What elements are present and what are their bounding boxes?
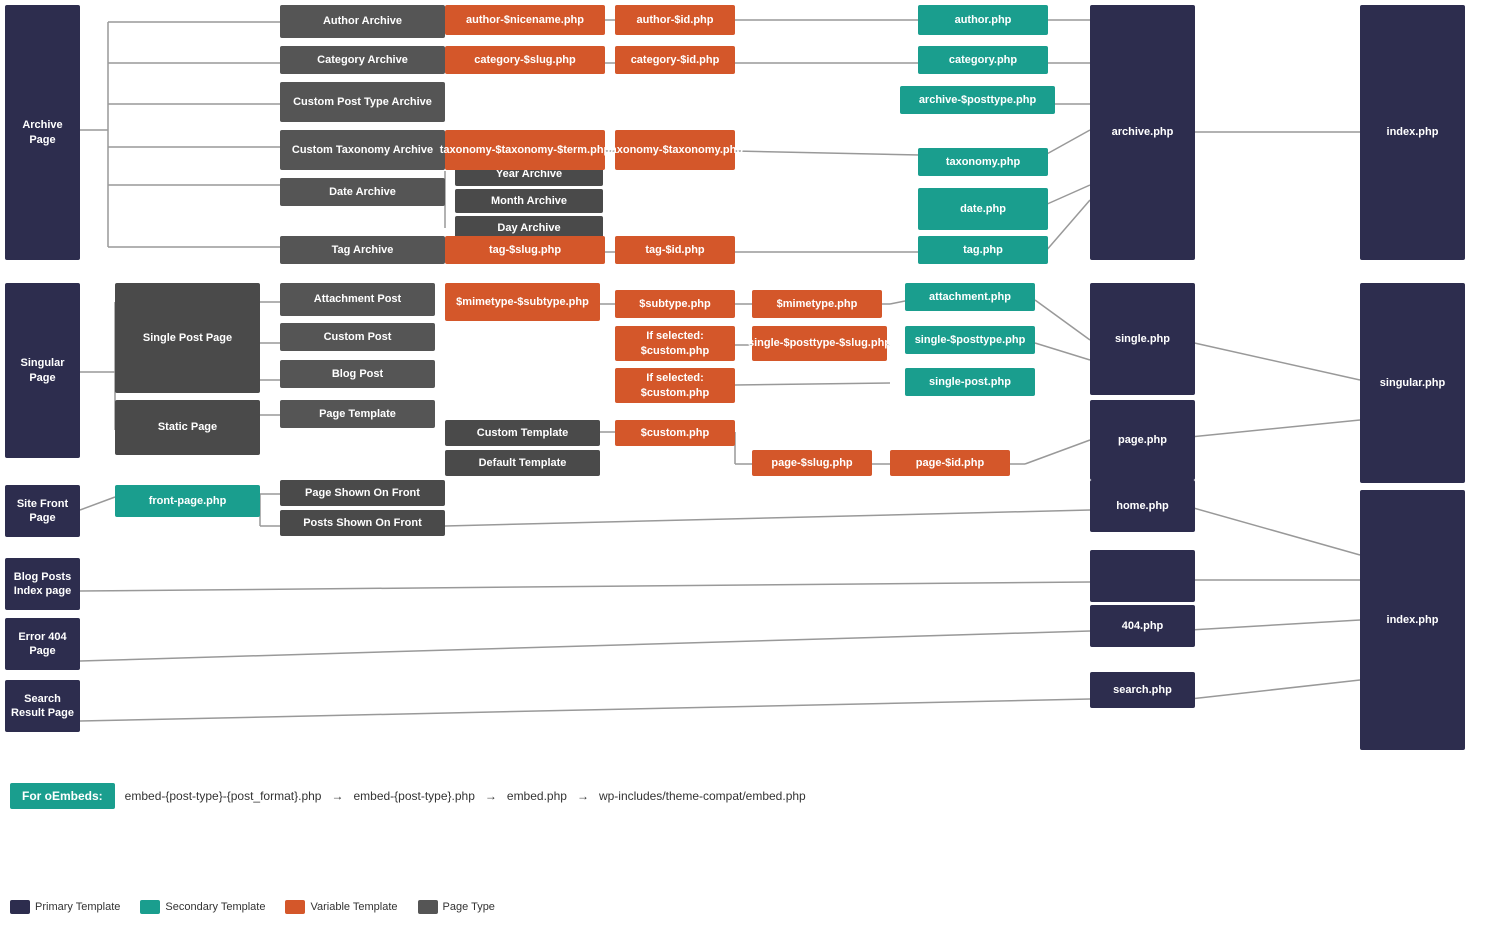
category-slug-node: category-$slug.php (445, 46, 605, 74)
index-php-top-node: index.php (1360, 5, 1465, 260)
subtype-php-node: $subtype.php (615, 290, 735, 318)
oembed-item-1: embed-{post-type}-{post_format}.php (125, 789, 322, 803)
author-nicename-node: author-$nicename.php (445, 5, 605, 35)
search-php-node: search.php (1090, 672, 1195, 708)
default-template-node: Default Template (445, 450, 600, 476)
archive-posttype-node: archive-$posttype.php (900, 86, 1055, 114)
legend-page-type-label: Page Type (443, 901, 495, 913)
single-posttype-node: single-$posttype.php (905, 326, 1035, 354)
taxonomy-tax-node: taxonomy-$taxonomy.php (615, 130, 735, 170)
mimetype-php-node: $mimetype.php (752, 290, 882, 318)
oembed-item-3: embed.php (507, 789, 567, 803)
posts-shown-front-node: Posts Shown On Front (280, 510, 445, 536)
custom-post-type-node: Custom Post Type Archive (280, 82, 445, 122)
index-php-bottom-node: index.php (1360, 490, 1465, 750)
single-post-php-node: single-post.php (905, 368, 1035, 396)
singular-php-node: singular.php (1360, 283, 1465, 483)
custom-template-node: Custom Template (445, 420, 600, 446)
tag-id-node: tag-$id.php (615, 236, 735, 264)
author-php-node: author.php (918, 5, 1048, 35)
singular-page-node: Singular Page (5, 283, 80, 458)
oembed-arrow-1: → (331, 789, 343, 803)
legend-page-type-box (418, 900, 438, 914)
legend: Primary Template Secondary Template Vari… (10, 900, 495, 914)
tag-slug-node: tag-$slug.php (445, 236, 605, 264)
page-shown-front-node: Page Shown On Front (280, 480, 445, 506)
category-archive-node: Category Archive (280, 46, 445, 74)
taxonomy-term-node: taxonomy-$taxonomy-$term.php (445, 130, 605, 170)
attachment-php-node: attachment.php (905, 283, 1035, 311)
static-page-node: Static Page (115, 400, 260, 455)
mimetype-subtype-node: $mimetype-$subtype.php (445, 283, 600, 321)
legend-variable: Variable Template (285, 900, 397, 914)
taxonomy-php-node: taxonomy.php (918, 148, 1048, 176)
diagram-container: Archive Page Author Archive Category Arc… (0, 0, 1500, 934)
oembed-item-2: embed-{post-type}.php (353, 789, 474, 803)
archive-php-node: archive.php (1090, 5, 1195, 260)
custom-php-node: $custom.php (615, 420, 735, 446)
single-php-node: single.php (1090, 283, 1195, 395)
attachment-post-node: Attachment Post (280, 283, 435, 316)
front-page-php-node: front-page.php (115, 485, 260, 517)
single-posttype-slug-node: single-$posttype-$slug.php (752, 326, 887, 361)
blog-index-php-node (1090, 550, 1195, 602)
if-selected-custom1-node: If selected: $custom.php (615, 326, 735, 361)
author-id-node: author-$id.php (615, 5, 735, 35)
site-front-node: Site Front Page (5, 485, 80, 537)
error-404-node: Error 404 Page (5, 618, 80, 670)
legend-primary-box (10, 900, 30, 914)
oembed-label: For oEmbeds: (10, 783, 115, 809)
legend-secondary: Secondary Template (140, 900, 265, 914)
legend-variable-label: Variable Template (310, 901, 397, 913)
legend-page-type: Page Type (418, 900, 495, 914)
date-php-node: date.php (918, 188, 1048, 230)
tag-archive-node: Tag Archive (280, 236, 445, 264)
legend-secondary-label: Secondary Template (165, 901, 265, 913)
error-404-php-node: 404.php (1090, 605, 1195, 647)
oembed-arrow-3: → (577, 789, 589, 803)
custom-post-node: Custom Post (280, 323, 435, 351)
custom-taxonomy-node: Custom Taxonomy Archive (280, 130, 445, 170)
author-archive-node: Author Archive (280, 5, 445, 38)
archive-page-node: Archive Page (5, 5, 80, 260)
page-slug-node: page-$slug.php (752, 450, 872, 476)
legend-variable-box (285, 900, 305, 914)
legend-primary-label: Primary Template (35, 901, 120, 913)
category-php-node: category.php (918, 46, 1048, 74)
tag-php-node: tag.php (918, 236, 1048, 264)
oembed-item-4: wp-includes/theme-compat/embed.php (599, 789, 806, 803)
search-result-node: Search Result Page (5, 680, 80, 732)
blog-posts-index-node: Blog Posts Index page (5, 558, 80, 610)
oembed-bar: For oEmbeds: embed-{post-type}-{post_for… (10, 778, 930, 814)
page-id-node: page-$id.php (890, 450, 1010, 476)
page-php-node: page.php (1090, 400, 1195, 480)
month-archive-node: Month Archive (455, 189, 603, 213)
if-selected-custom2-node: If selected: $custom.php (615, 368, 735, 403)
blog-post-node: Blog Post (280, 360, 435, 388)
date-archive-node: Date Archive (280, 178, 445, 206)
legend-primary: Primary Template (10, 900, 120, 914)
page-template-node: Page Template (280, 400, 435, 428)
legend-secondary-box (140, 900, 160, 914)
oembed-arrow-2: → (485, 789, 497, 803)
single-post-page-node: Single Post Page (115, 283, 260, 393)
home-php-node: home.php (1090, 480, 1195, 532)
category-id-node: category-$id.php (615, 46, 735, 74)
